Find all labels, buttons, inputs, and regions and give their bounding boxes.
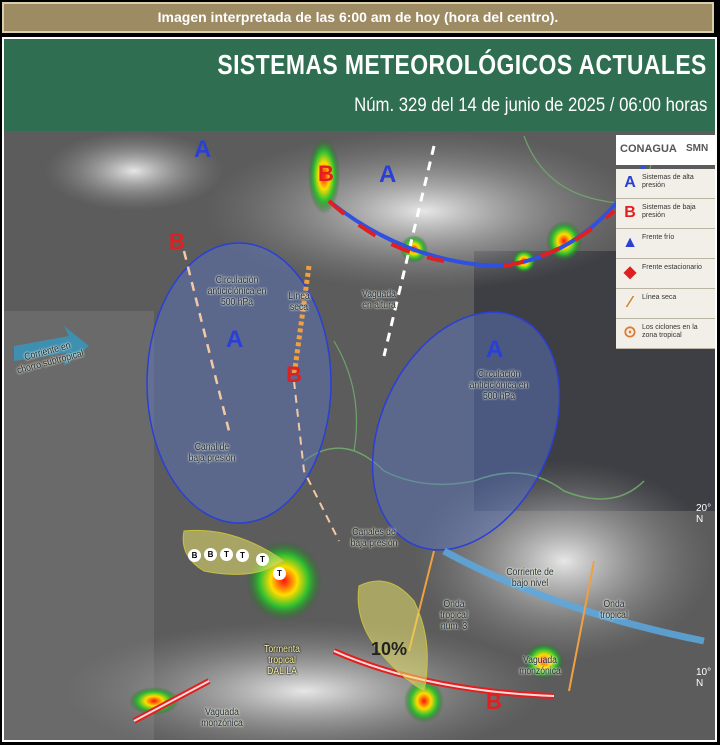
low-pressure-marker: B bbox=[286, 362, 302, 387]
title-bar: SISTEMAS METEOROLÓGICOS ACTUALES Núm. 32… bbox=[4, 39, 715, 131]
header-banner: Imagen interpretada de las 6:00 am de ho… bbox=[2, 2, 714, 33]
legend-cyclones: ⊙ Los ciclones en la zona tropical bbox=[616, 319, 715, 349]
high-pressure-marker: A bbox=[226, 326, 244, 353]
high-pressure-marker: A bbox=[379, 161, 397, 188]
legend-low-pressure: B Sistemas de baja presión bbox=[616, 199, 715, 229]
label-low-channel: Canal de baja presión bbox=[188, 442, 236, 464]
track-marker: B bbox=[204, 548, 217, 561]
dry-line-icon: ⁄ bbox=[628, 294, 632, 311]
track-marker: T bbox=[236, 549, 249, 562]
label-tropical-wave-3: Onda tropical núm. 3 bbox=[440, 599, 468, 632]
label-dalila: Tormenta tropical DALILA bbox=[264, 644, 300, 677]
high-pressure-marker: A bbox=[194, 136, 212, 163]
cyclone-icon: ⊙ bbox=[623, 324, 637, 341]
low-pressure-marker: B bbox=[318, 161, 334, 186]
low-pressure-icon: B bbox=[624, 204, 636, 221]
page-title: SISTEMAS METEOROLÓGICOS ACTUALES bbox=[217, 49, 707, 80]
low-pressure-marker: B bbox=[486, 689, 502, 714]
label-anticyclone-east: Circulación anticiclónica en 500 hPa bbox=[469, 369, 529, 402]
label-monsoon-trough-east: Vaguada monzónica bbox=[519, 655, 561, 677]
legend-high-pressure: A Sistemas de alta presión bbox=[616, 169, 715, 199]
track-marker: T bbox=[273, 567, 286, 580]
label-upper-trough: Vaguada en altura bbox=[362, 289, 396, 311]
legend-cold-front: ▲ Frente frío bbox=[616, 229, 715, 259]
low-pressure-marker: B bbox=[169, 229, 185, 254]
high-pressure-icon: A bbox=[624, 174, 636, 191]
label-dry-line: Línea seca bbox=[288, 291, 310, 313]
legend-stationary-front: ◆ Frente estacionario bbox=[616, 259, 715, 289]
track-marker: T bbox=[220, 548, 233, 561]
legend-dry-line: ⁄ Línea seca bbox=[616, 289, 715, 319]
label-tropical-wave: Onda tropical bbox=[600, 599, 628, 621]
map-frame: SISTEMAS METEOROLÓGICOS ACTUALES Núm. 32… bbox=[2, 37, 717, 742]
track-marker: T bbox=[256, 553, 269, 566]
stationary-front-icon: ◆ bbox=[623, 264, 637, 281]
cold-front-icon: ▲ bbox=[622, 234, 638, 251]
latitude-20: 20° N bbox=[696, 503, 712, 525]
latitude-10: 10° N bbox=[696, 667, 712, 689]
map-legend: A Sistemas de alta presión B Sistemas de… bbox=[616, 135, 715, 365]
probability-label: 10% bbox=[371, 639, 408, 659]
track-marker: B bbox=[188, 549, 201, 562]
label-anticyclone-west: Circulación anticiclónica en 500 hPa bbox=[207, 275, 267, 308]
high-pressure-marker: A bbox=[486, 336, 504, 363]
label-low-channels: Canales de baja presión bbox=[350, 527, 398, 549]
label-low-level-jet: Corriente de bajo nivel bbox=[506, 567, 554, 589]
weather-map bbox=[4, 131, 715, 740]
label-monsoon-trough-west: Vaguada monzónica bbox=[201, 707, 243, 729]
page-subtitle: Núm. 329 del 14 de junio de 2025 / 06:00… bbox=[353, 95, 707, 116]
